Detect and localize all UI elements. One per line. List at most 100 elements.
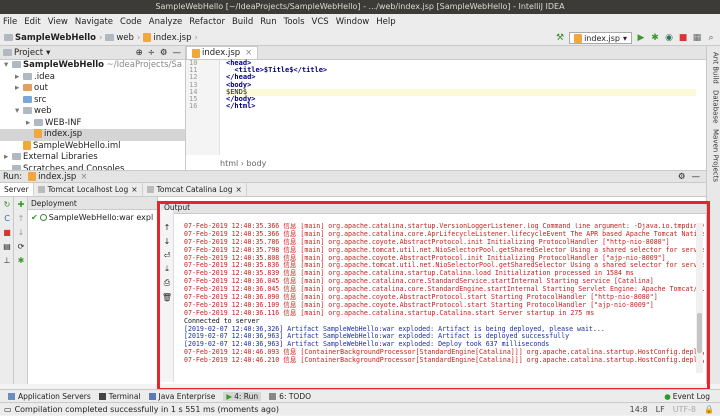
run-icon[interactable]: ▶	[636, 33, 646, 43]
menu-build[interactable]: Build	[232, 17, 253, 27]
menu-code[interactable]: Code	[120, 17, 142, 27]
menu-vcs[interactable]: VCS	[312, 17, 329, 27]
tab-terminal[interactable]: Terminal	[98, 392, 141, 401]
tree-item[interactable]: ▸ out	[0, 83, 185, 95]
tree-item[interactable]: src	[0, 95, 185, 107]
crumb-body[interactable]: body	[247, 159, 267, 168]
breadcrumb-project[interactable]: SampleWebHello	[15, 33, 96, 43]
encoding[interactable]: UTF-8	[673, 405, 696, 414]
hammer-build-icon[interactable]: ⚒	[555, 33, 565, 43]
debug-icon[interactable]: ✱	[650, 33, 660, 43]
chevron-right-icon[interactable]: ▸	[26, 118, 34, 130]
tab-application-servers[interactable]: Application Servers	[8, 392, 91, 401]
jsp-file-icon	[143, 33, 152, 42]
layout-icon[interactable]: ▤	[0, 239, 14, 253]
code-area[interactable]: <head> <title>$Title$</title> </head> <bod…	[226, 59, 696, 110]
crumb-html[interactable]: html	[220, 159, 238, 168]
menu-navigate[interactable]: Navigate	[75, 17, 113, 27]
maven-projects-tab[interactable]: Maven Projects	[708, 129, 720, 182]
close-icon[interactable]: ×	[80, 172, 87, 182]
ant-build-tab[interactable]: Ant Build	[708, 52, 720, 84]
pin-icon[interactable]: ⊥	[0, 253, 14, 267]
menu-help[interactable]: Help	[376, 17, 395, 27]
stop-icon[interactable]: ■	[678, 33, 688, 43]
gear-icon[interactable]: ⚙	[678, 172, 686, 182]
event-log-icon: ●	[664, 391, 671, 401]
tab-run[interactable]: ▶ 4: Run	[223, 391, 262, 401]
tab-todo[interactable]: 6: TODO	[269, 392, 311, 401]
tree-item[interactable]: ▾ web	[0, 106, 185, 118]
gear-icon[interactable]: ⚙	[160, 48, 168, 58]
tree-item[interactable]: SampleWebHello.iml	[0, 140, 185, 153]
deploy-icon[interactable]: ✚	[14, 197, 28, 211]
code-line[interactable]: </body>	[226, 95, 696, 103]
run-config-select[interactable]: index.jsp ▾	[569, 32, 632, 44]
menu-refactor[interactable]: Refactor	[189, 17, 225, 27]
code-line[interactable]: <title>$Title$</title>	[226, 66, 696, 74]
tab-server[interactable]: Server	[0, 183, 34, 196]
tree-item[interactable]: ▸ External Libraries	[0, 152, 185, 164]
folder-icon	[12, 153, 21, 160]
close-icon[interactable]: ×	[131, 185, 137, 194]
arrow-up-icon[interactable]: ↑	[14, 211, 28, 225]
structure-icon[interactable]: ▦	[692, 33, 702, 43]
menu-file[interactable]: File	[3, 17, 17, 27]
lock-icon[interactable]: 🔒	[704, 405, 714, 414]
deploy-toolbar: ✚ ↑ ↓ ⟳ ✱	[14, 197, 28, 384]
tree-item[interactable]: ▸ .idea	[0, 72, 185, 84]
chevron-right-icon[interactable]: ▸	[15, 83, 23, 95]
debug-icon[interactable]: ✱	[14, 253, 28, 267]
close-icon[interactable]: ×	[235, 185, 241, 194]
menu-view[interactable]: View	[48, 17, 68, 27]
breadcrumb-web[interactable]: web	[116, 33, 134, 43]
breadcrumb-file[interactable]: index.jsp	[153, 33, 191, 43]
chevron-down-icon[interactable]: ▾	[15, 106, 23, 118]
tab-tomcat-localhost-log[interactable]: Tomcat Localhost Log ×	[34, 183, 143, 196]
status-message[interactable]: Compilation completed successfully in 1 …	[15, 405, 279, 414]
chevron-down-icon[interactable]: ▾	[4, 60, 12, 72]
tree-item[interactable]: index.jsp	[0, 129, 185, 141]
coverage-icon[interactable]: ◉	[664, 33, 674, 43]
collapse-icon[interactable]: ÷	[148, 48, 155, 58]
stop-icon[interactable]: ■	[0, 225, 14, 239]
update-icon[interactable]: C	[0, 211, 14, 225]
menu-tools[interactable]: Tools	[284, 17, 305, 27]
close-icon[interactable]: ×	[245, 48, 252, 58]
tab-tomcat-catalina-log[interactable]: Tomcat Catalina Log ×	[143, 183, 247, 196]
rerun-icon[interactable]: ↻	[0, 197, 14, 211]
run-config-label: index.jsp	[584, 33, 620, 43]
arrow-down-icon[interactable]: ↓	[14, 225, 28, 239]
project-panel-title[interactable]: Project	[14, 48, 43, 58]
code-line[interactable]: </html>	[226, 102, 696, 110]
cursor-position[interactable]: 14:8	[630, 405, 648, 414]
chevron-right-icon: ›	[194, 32, 198, 43]
tab-event-log[interactable]: ● Event Log	[664, 392, 710, 401]
chevron-down-icon[interactable]: ▾	[46, 48, 50, 58]
line-separator[interactable]: LF	[656, 405, 665, 414]
chevron-right-icon[interactable]: ▸	[4, 152, 12, 164]
menu-edit[interactable]: Edit	[24, 17, 40, 27]
menu-run[interactable]: Run	[260, 17, 276, 27]
code-line[interactable]: </head>	[226, 74, 696, 81]
run-config-tab[interactable]: index.jsp	[38, 172, 76, 182]
menu-analyze[interactable]: Analyze	[149, 17, 183, 27]
target-icon[interactable]: ⊕	[136, 48, 143, 58]
tree-item[interactable]: ▾ SampleWebHello ~/IdeaProjects/Sa	[0, 60, 185, 72]
refresh-icon[interactable]: ⟳	[14, 239, 28, 253]
log-icon	[146, 186, 154, 193]
tree-item[interactable]: ▸ WEB-INF	[0, 118, 185, 130]
database-tab[interactable]: Database	[708, 90, 720, 123]
code-line[interactable]: $END$	[226, 88, 696, 96]
tab-java-enterprise[interactable]: Java Enterprise	[148, 392, 215, 401]
chevron-right-icon[interactable]: ▸	[15, 72, 23, 84]
editor-breadcrumb: html › body	[220, 159, 266, 168]
folder-icon	[34, 118, 43, 126]
hide-icon[interactable]: —	[173, 48, 182, 58]
run-panel-header: Run: index.jsp × ⚙ —	[0, 170, 706, 183]
hide-icon[interactable]: —	[692, 172, 701, 182]
editor-tab-index-jsp[interactable]: index.jsp ×	[186, 46, 259, 59]
menu-window[interactable]: Window	[336, 17, 370, 27]
code-line[interactable]: <body>	[226, 81, 696, 89]
deployment-item[interactable]: ✔ SampleWebHello:war expl	[31, 213, 157, 222]
search-icon[interactable]: ⌕	[706, 33, 716, 43]
